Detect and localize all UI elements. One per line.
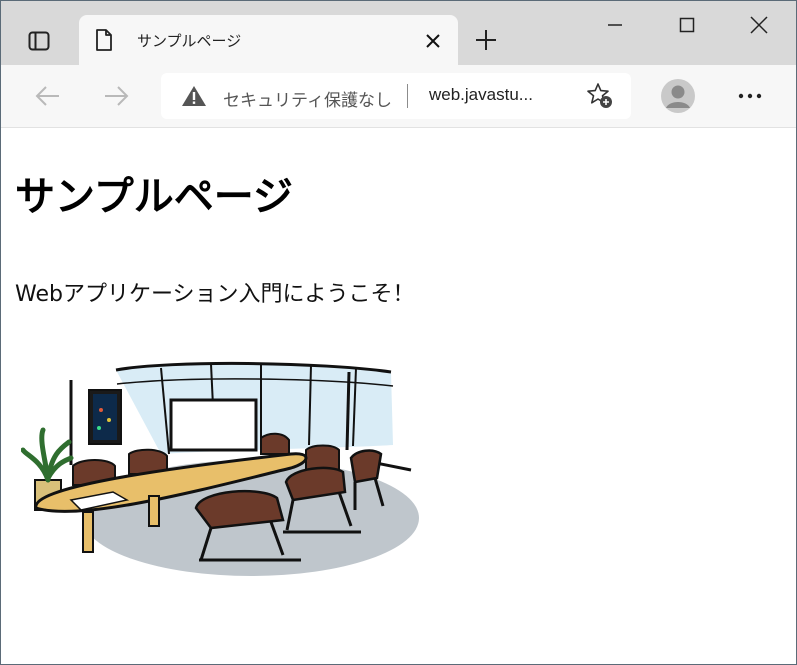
- back-button[interactable]: [31, 79, 65, 113]
- browser-window: サンプルページ セキュリティ保護なし web.javastu... サンプルペー…: [0, 0, 797, 665]
- browser-toolbar: セキュリティ保護なし web.javastu...: [1, 65, 796, 128]
- minimize-button[interactable]: [595, 9, 635, 41]
- arrow-left-icon: [35, 86, 59, 106]
- welcome-text: Webアプリケーション入門にようこそ！: [15, 282, 415, 307]
- forward-button[interactable]: [99, 79, 133, 113]
- security-status-text[interactable]: セキュリティ保護なし: [223, 86, 392, 111]
- tab-title: サンプルページ: [137, 32, 242, 50]
- add-favorite-button[interactable]: [585, 81, 615, 111]
- url-text[interactable]: web.javastu...: [429, 85, 533, 105]
- address-separator: [407, 84, 408, 108]
- maximize-button[interactable]: [667, 9, 707, 41]
- page-heading: サンプルページ: [15, 174, 293, 220]
- tab-strip: サンプルページ: [1, 1, 796, 65]
- warning-icon[interactable]: [181, 85, 207, 111]
- star-add-icon: [587, 83, 612, 108]
- settings-menu-button[interactable]: [733, 79, 767, 113]
- tab-sample-page[interactable]: サンプルページ: [79, 15, 458, 65]
- tab-actions-icon: [28, 31, 50, 51]
- close-tab-button[interactable]: [421, 29, 445, 53]
- plus-icon: [476, 30, 496, 50]
- more-options-icon: [738, 93, 762, 99]
- arrow-right-icon: [105, 86, 129, 106]
- conference-room-image: [21, 361, 419, 576]
- maximize-icon: [679, 17, 695, 33]
- profile-button[interactable]: [659, 77, 697, 115]
- minimize-icon: [608, 24, 622, 26]
- tab-actions-button[interactable]: [19, 23, 59, 59]
- close-window-button[interactable]: [739, 9, 779, 41]
- avatar-icon: [661, 79, 695, 113]
- address-bar[interactable]: セキュリティ保護なし web.javastu...: [161, 73, 631, 119]
- close-icon: [750, 16, 768, 34]
- new-tab-button[interactable]: [471, 25, 501, 55]
- close-icon: [426, 34, 440, 48]
- page-icon: [95, 29, 113, 55]
- page-content: サンプルページ Webアプリケーション入門にようこそ！: [1, 128, 796, 664]
